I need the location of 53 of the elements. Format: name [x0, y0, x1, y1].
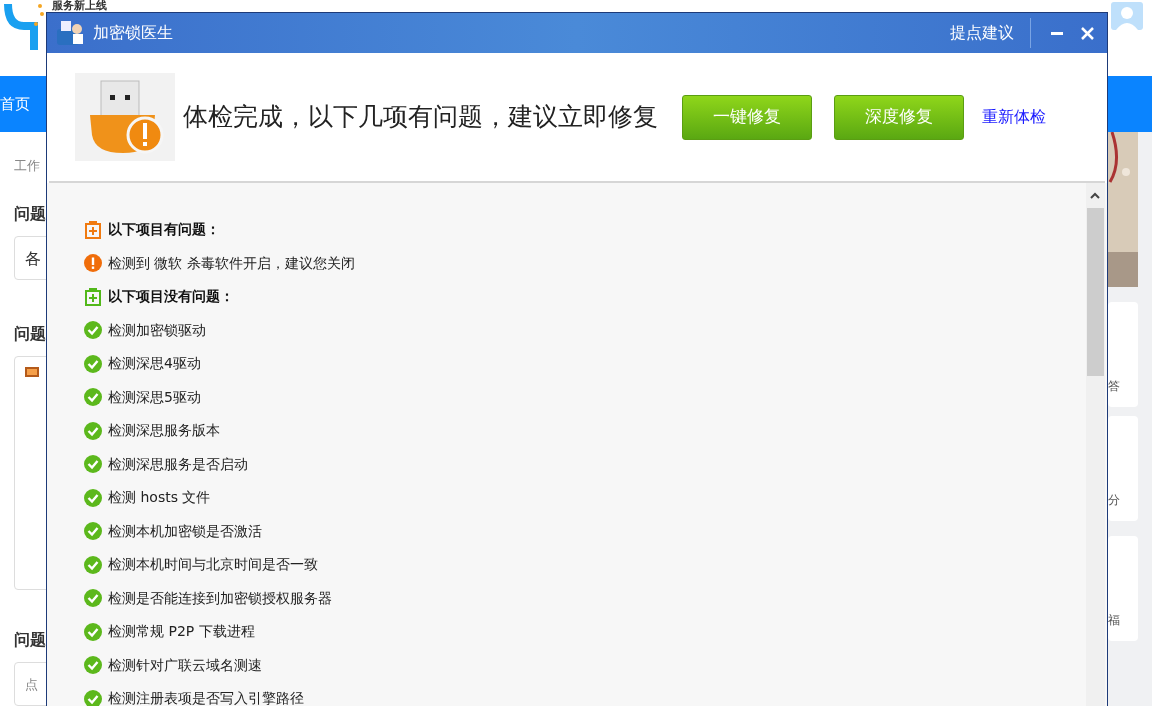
group-heading: 以下项目没有问题：: [108, 287, 234, 307]
check-item: 检测常规 P2P 下载进程: [108, 622, 255, 642]
check-icon: [84, 589, 102, 608]
check-item: 检测注册表项是否写入引擎路径: [108, 689, 304, 706]
usb-key-warning-icon: [75, 73, 175, 161]
side-card[interactable]: 答: [1108, 302, 1138, 407]
check-icon: [84, 622, 102, 641]
site-title: 服务新上线: [52, 0, 107, 12]
check-icon: [84, 421, 102, 440]
card-label: 分: [1108, 492, 1120, 509]
section-label: 问题: [14, 203, 46, 225]
check-icon: [84, 488, 102, 507]
check-icon: [84, 522, 102, 541]
check-item: 检测加密锁驱动: [108, 320, 206, 340]
group-heading: 以下项目有问题：: [108, 220, 220, 240]
check-icon: [84, 388, 102, 407]
breadcrumb: 工作: [14, 157, 40, 175]
check-item: 检测 hosts 文件: [108, 488, 211, 508]
check-item: 检测针对广联云域名测速: [108, 655, 262, 675]
warning-icon: [84, 254, 102, 273]
check-item: 检测深思4驱动: [108, 354, 201, 374]
card-label: 福: [1108, 612, 1120, 629]
check-icon: [84, 321, 102, 340]
check-icon: [84, 455, 102, 474]
check-item: 检测本机加密锁是否激活: [108, 521, 262, 541]
feedback-link[interactable]: 提点建议: [950, 18, 1031, 48]
first-aid-icon: [85, 287, 101, 306]
check-icon: [84, 354, 102, 373]
check-item: 检测到 微软 杀毒软件开启，建议您关闭: [108, 253, 355, 273]
scroll-up-icon: [1090, 192, 1100, 199]
image-icon: [25, 367, 39, 377]
close-icon: [1080, 26, 1094, 40]
window-title: 加密锁医生: [93, 22, 173, 44]
side-card[interactable]: 分: [1108, 416, 1138, 521]
result-headline: 体检完成，以下几项有问题，建议立即修复: [183, 101, 658, 134]
app-icon: [55, 19, 85, 47]
first-aid-icon: [85, 220, 101, 239]
side-card[interactable]: 福: [1108, 536, 1138, 641]
recheck-link[interactable]: 重新体检: [982, 105, 1046, 129]
section-label: 问题: [14, 323, 46, 345]
check-item: 检测本机时间与北京时间是否一致: [108, 555, 318, 575]
scrollbar[interactable]: [1086, 183, 1105, 706]
minimize-icon: [1051, 31, 1063, 35]
scrollbar-thumb[interactable]: [1087, 208, 1104, 376]
check-item: 检测是否能连接到加密锁授权服务器: [108, 588, 332, 608]
check-item: 检测深思服务版本: [108, 421, 220, 441]
card-label: 答: [1108, 378, 1120, 395]
check-icon: [84, 555, 102, 574]
check-item: 检测深思服务是否启动: [108, 454, 248, 474]
section-label: 问题: [14, 629, 46, 651]
check-icon: [84, 656, 102, 675]
check-item: 检测深思5驱动: [108, 387, 201, 407]
nav-link[interactable]: 首页: [0, 92, 30, 116]
